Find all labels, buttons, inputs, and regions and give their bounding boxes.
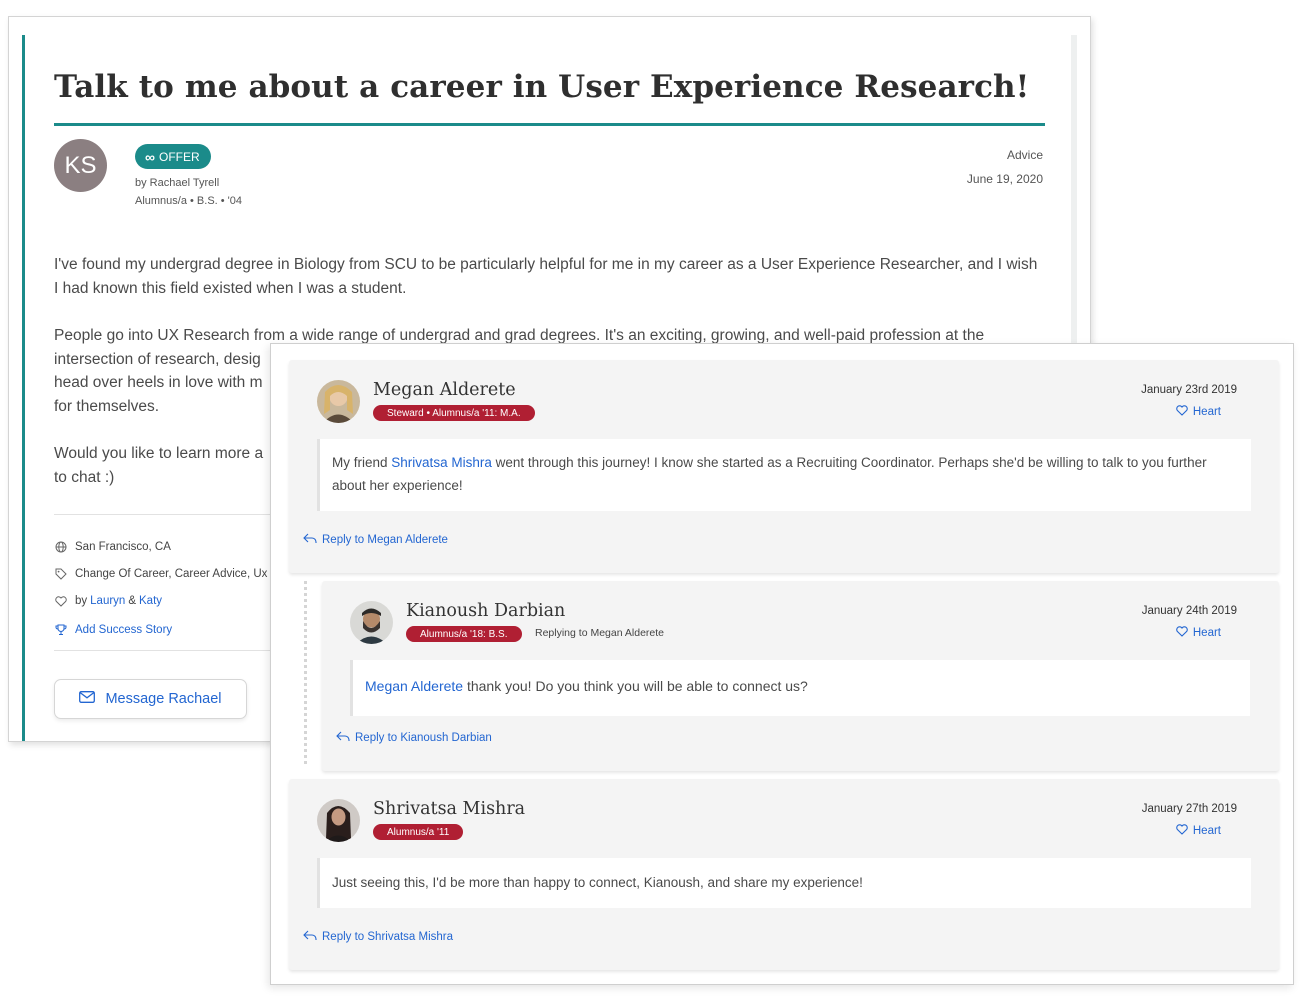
mention-link[interactable]: Shrivatsa Mishra bbox=[391, 455, 492, 470]
reply-label: Reply to Megan Alderete bbox=[322, 534, 448, 546]
reply-link[interactable]: Reply to Kianoush Darbian bbox=[336, 731, 492, 745]
replying-to: Replying to Megan Alderete bbox=[535, 627, 664, 639]
trophy-icon bbox=[54, 624, 68, 636]
reply-label: Reply to Shrivatsa Mishra bbox=[322, 931, 454, 943]
comment-body: My friend Shrivatsa Mishra went through … bbox=[317, 439, 1251, 511]
heart-icon[interactable] bbox=[54, 595, 68, 607]
message-button[interactable]: Message Rachael bbox=[54, 679, 247, 719]
comment-card: Shrivatsa Mishra Alumnus/a '11 January 2… bbox=[289, 779, 1279, 970]
thread-connector bbox=[304, 581, 307, 764]
tag-icon bbox=[54, 568, 68, 580]
post-author[interactable]: by Rachael Tyrell bbox=[135, 177, 219, 189]
comment-date: January 24th 2019 bbox=[1141, 605, 1237, 617]
post-accent-bar bbox=[22, 35, 25, 741]
comment-date: January 23rd 2019 bbox=[1141, 384, 1237, 396]
avatar[interactable] bbox=[350, 601, 393, 644]
heart-button[interactable]: Heart bbox=[1176, 824, 1221, 838]
heart-button[interactable]: Heart bbox=[1176, 405, 1221, 419]
mention-link[interactable]: Megan Alderete bbox=[365, 678, 463, 694]
commenter-name[interactable]: Shrivatsa Mishra bbox=[373, 799, 525, 819]
liker-link[interactable]: Katy bbox=[139, 595, 162, 607]
reply-link[interactable]: Reply to Megan Alderete bbox=[303, 533, 448, 547]
heart-label: Heart bbox=[1192, 406, 1221, 418]
add-success-story-link[interactable]: Add Success Story bbox=[54, 624, 172, 636]
comment-card: Megan Alderete Steward • Alumnus/a '11: … bbox=[289, 360, 1279, 573]
heart-icon bbox=[1176, 626, 1188, 640]
reply-icon bbox=[303, 533, 317, 547]
comment-text: My friend bbox=[332, 455, 388, 470]
author-avatar[interactable]: KS bbox=[54, 139, 107, 192]
offer-badge: ∞ OFFER bbox=[135, 144, 211, 169]
tags-text[interactable]: Change Of Career, Career Advice, Ux bbox=[75, 568, 267, 580]
commenter-name[interactable]: Megan Alderete bbox=[373, 380, 516, 400]
heart-icon bbox=[1176, 824, 1188, 838]
actions-divider bbox=[54, 650, 294, 651]
heart-label: Heart bbox=[1192, 627, 1221, 639]
heart-button[interactable]: Heart bbox=[1176, 626, 1221, 640]
envelope-icon bbox=[79, 691, 96, 707]
globe-icon bbox=[54, 541, 68, 553]
heart-icon bbox=[1176, 405, 1188, 419]
liker-link[interactable]: Lauryn bbox=[90, 595, 125, 607]
title-divider bbox=[54, 123, 1045, 126]
heart-label: Heart bbox=[1192, 825, 1221, 837]
status-badge: Alumnus/a '11 bbox=[373, 824, 464, 840]
likes-joiner: & bbox=[128, 595, 136, 607]
location-text: San Francisco, CA bbox=[75, 541, 171, 553]
likes-prefix: by bbox=[75, 595, 88, 607]
avatar[interactable] bbox=[317, 380, 360, 423]
avatar[interactable] bbox=[317, 799, 360, 842]
location-row: San Francisco, CA bbox=[54, 541, 171, 553]
comment-text: thank you! Do you think you will be able… bbox=[466, 678, 808, 694]
reply-icon bbox=[336, 731, 350, 745]
comment-body: Megan Alderete thank you! Do you think y… bbox=[350, 660, 1250, 716]
post-category: Advice bbox=[1006, 148, 1043, 162]
add-success-story-label: Add Success Story bbox=[75, 624, 173, 636]
comment-date: January 27th 2019 bbox=[1141, 803, 1237, 815]
comment-body: Just seeing this, I'd be more than happy… bbox=[317, 858, 1251, 908]
comment-card-reply: Kianoush Darbian Alumnus/a '18: B.S. Rep… bbox=[322, 581, 1279, 771]
likes-row: by Lauryn & Katy bbox=[54, 595, 162, 607]
reply-label: Reply to Kianoush Darbian bbox=[355, 732, 492, 744]
reply-link[interactable]: Reply to Shrivatsa Mishra bbox=[303, 930, 453, 944]
status-badge: Steward • Alumnus/a '11: M.A. bbox=[373, 405, 535, 421]
post-title: Talk to me about a career in User Experi… bbox=[54, 69, 1030, 105]
comments-panel: Megan Alderete Steward • Alumnus/a '11: … bbox=[270, 343, 1294, 985]
status-badge: Alumnus/a '18: B.S. bbox=[406, 626, 522, 642]
post-paragraph: I've found my undergrad degree in Biolog… bbox=[54, 256, 1038, 297]
tags-row: Change Of Career, Career Advice, Ux bbox=[54, 568, 267, 580]
infinity-icon: ∞ bbox=[145, 148, 155, 165]
post-date: June 19, 2020 bbox=[966, 172, 1043, 186]
reply-icon bbox=[303, 930, 317, 944]
post-author-meta: Alumnus/a • B.S. • '04 bbox=[135, 195, 243, 207]
offer-badge-label: OFFER bbox=[158, 149, 200, 164]
commenter-name[interactable]: Kianoush Darbian bbox=[406, 601, 565, 621]
meta-divider bbox=[54, 514, 294, 515]
message-button-label: Message Rachael bbox=[105, 691, 222, 707]
